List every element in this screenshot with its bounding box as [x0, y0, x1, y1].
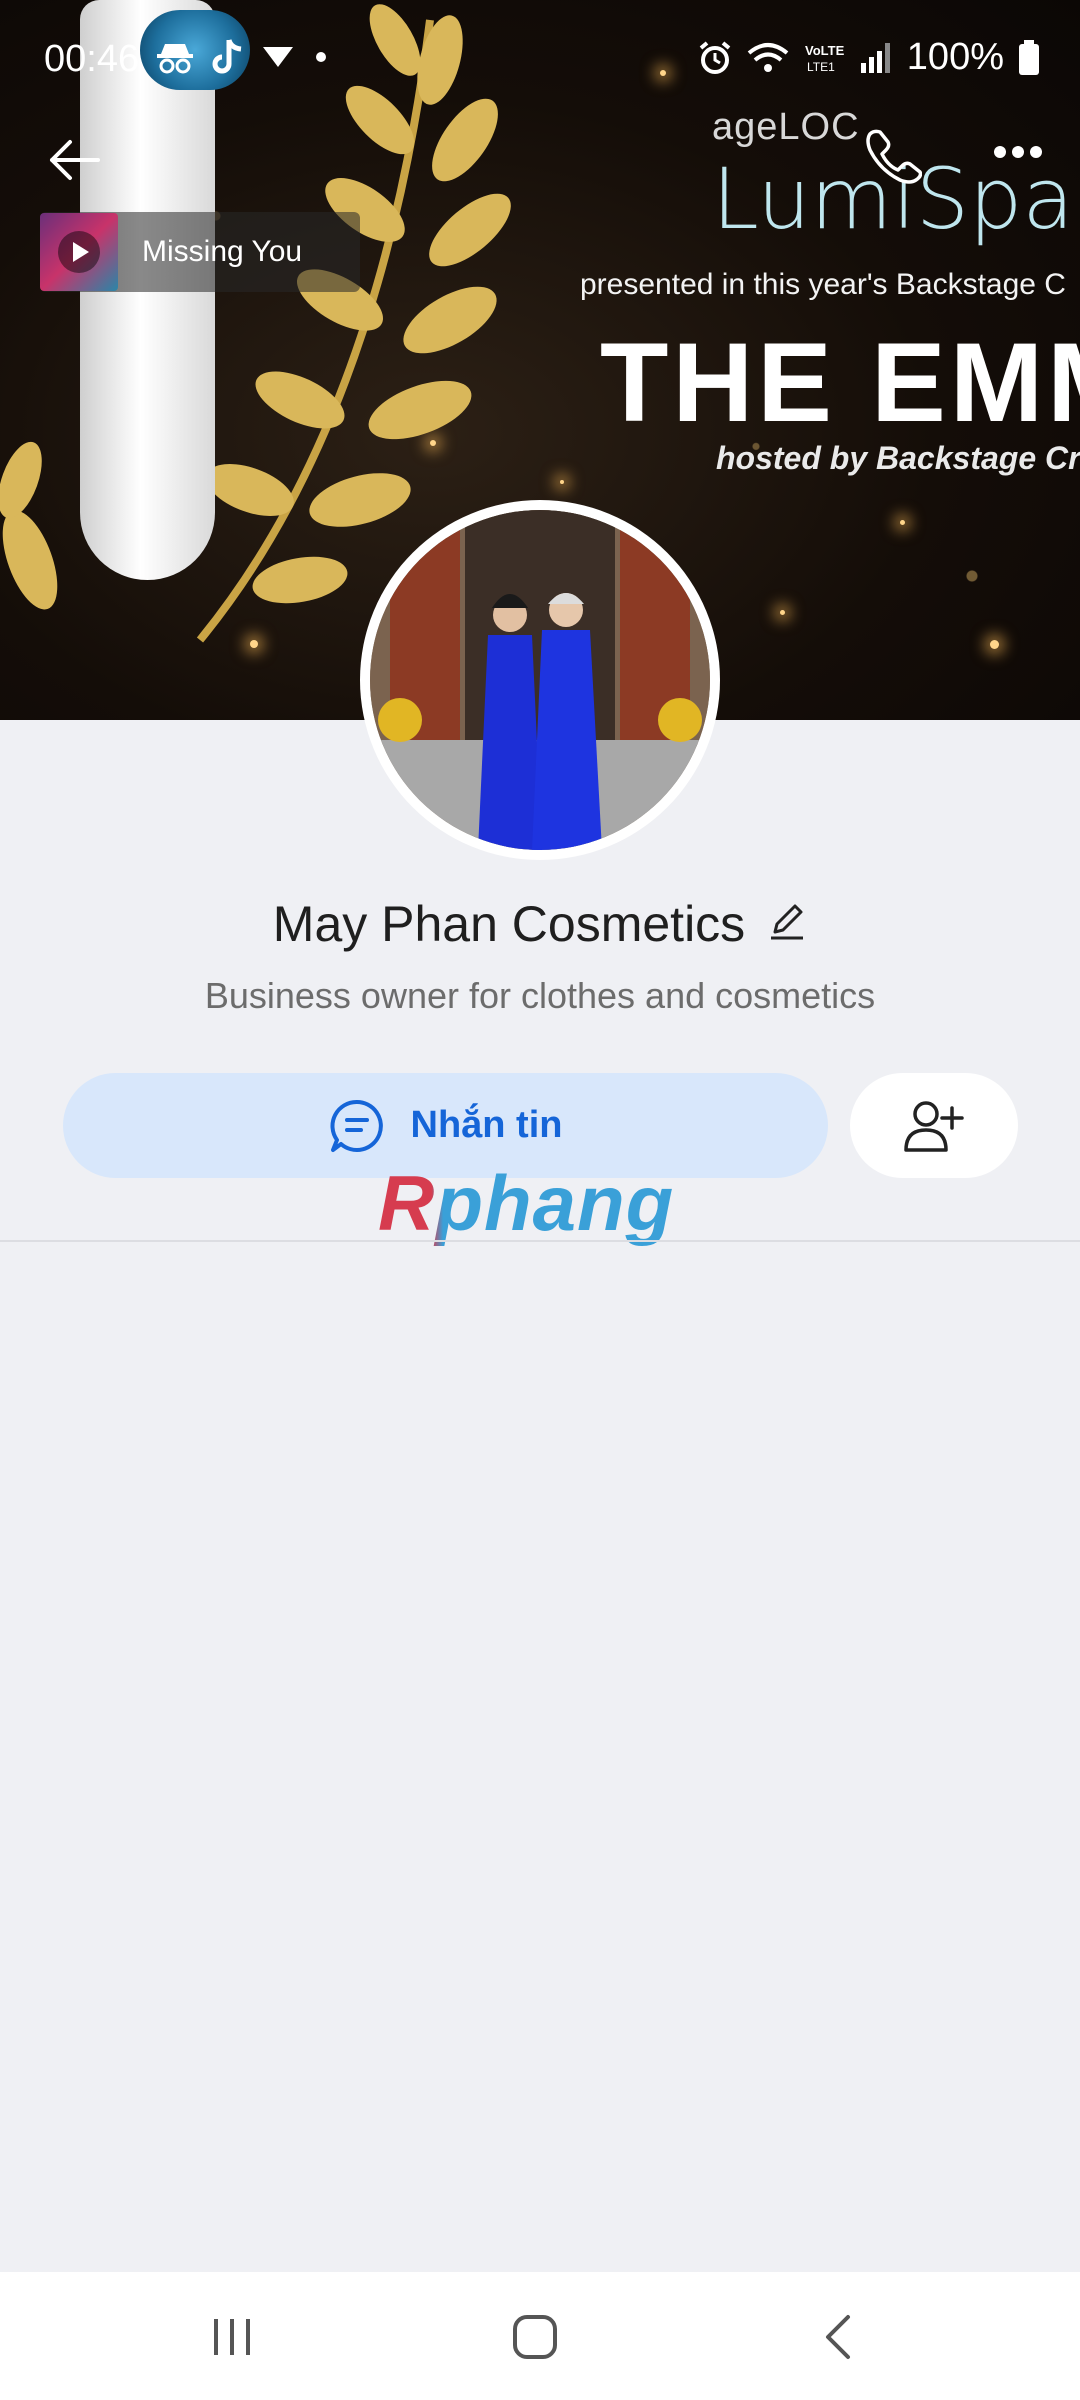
cover-emmy-text: THE EMM — [600, 320, 1080, 445]
recent-apps-icon — [214, 2319, 250, 2355]
music-title: Missing You — [142, 235, 303, 268]
status-right-icons: VoLTE LTE1 100% — [697, 36, 1040, 79]
dot-icon — [316, 52, 326, 62]
profile-name-row: May Phan Cosmetics — [0, 895, 1080, 953]
avatar[interactable] — [360, 500, 720, 860]
add-user-icon — [904, 1100, 964, 1152]
profile-music-chip[interactable]: Missing You — [40, 212, 360, 292]
recent-apps-button[interactable] — [172, 2302, 292, 2372]
status-bar: 00:46 VoLTE LTE1 100% — [0, 0, 1080, 120]
chat-bubble-icon — [329, 1099, 383, 1152]
wifi-icon — [747, 42, 789, 72]
message-button-label: Nhắn tin — [410, 1104, 563, 1146]
signal-icon — [860, 42, 890, 73]
section-divider — [0, 1240, 1080, 1242]
battery-icon — [1019, 39, 1039, 75]
call-button[interactable] — [852, 114, 936, 198]
profile-name: May Phan Cosmetics — [272, 896, 746, 952]
incognito-icon — [157, 44, 193, 74]
nav-back-button[interactable] — [778, 2302, 898, 2372]
cover-hosted-text: hosted by Backstage Crea — [716, 440, 1080, 476]
avatar-scene — [370, 510, 710, 850]
status-left-icons — [155, 38, 331, 76]
cover-presented-text: presented in this year's Backstage C — [580, 268, 1066, 301]
download-arrow-icon — [263, 47, 293, 67]
nav-back-icon — [826, 2315, 850, 2359]
profile-bio: Business owner for clothes and cosmetics — [204, 975, 876, 1016]
back-button[interactable] — [34, 120, 114, 200]
edit-name-button[interactable] — [767, 902, 807, 947]
alarm-icon — [699, 40, 731, 74]
more-dots-icon — [994, 146, 1042, 158]
more-options-button[interactable] — [976, 110, 1060, 194]
battery-percent: 100% — [906, 36, 1004, 78]
watermark-logo: Rphang — [378, 1159, 675, 1247]
network-label: LTE1 — [807, 60, 835, 74]
volte-icon: VoLTE LTE1 — [805, 43, 845, 74]
pencil-icon — [771, 904, 804, 939]
music-thumbnail — [40, 213, 118, 291]
tiktok-icon — [212, 39, 242, 74]
phone-icon — [866, 129, 922, 184]
back-arrow-icon — [50, 140, 100, 180]
system-nav-bar — [0, 2272, 1080, 2400]
status-time: 00:46 — [44, 38, 140, 80]
add-friend-button[interactable] — [850, 1073, 1018, 1178]
home-button[interactable] — [475, 2302, 595, 2372]
svg-text:VoLTE: VoLTE — [805, 43, 845, 58]
home-icon — [513, 2315, 557, 2359]
play-icon — [58, 231, 100, 273]
avatar-photo — [370, 510, 710, 850]
